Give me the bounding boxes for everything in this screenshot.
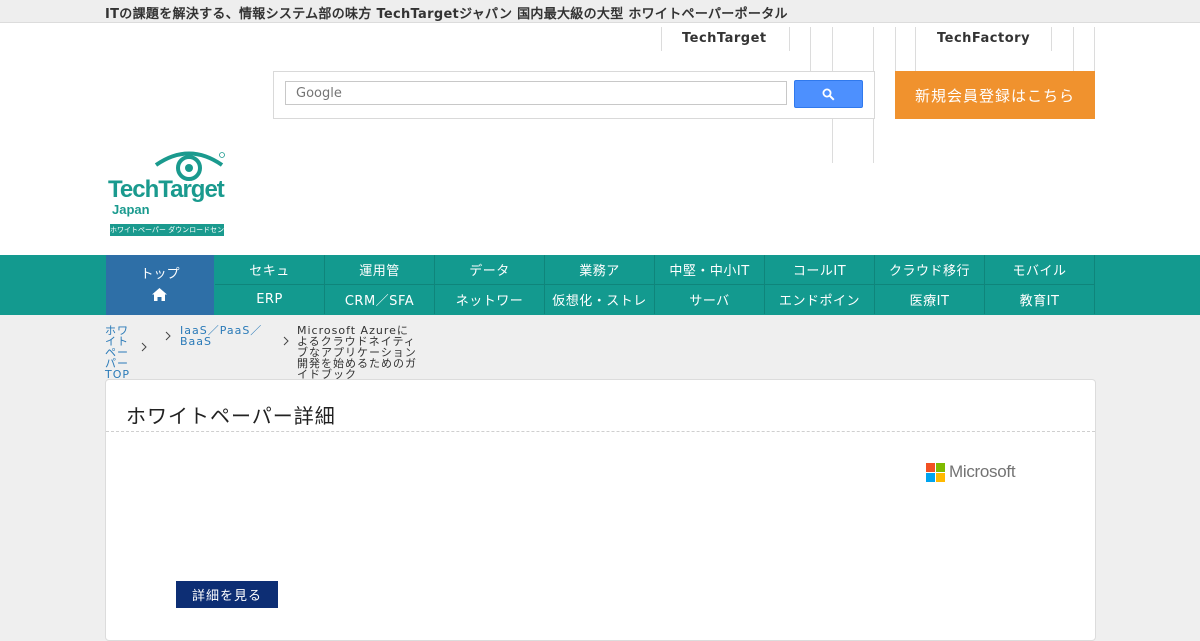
- nav-item[interactable]: セキュ: [215, 255, 325, 284]
- page-title: ホワイトペーパー詳細: [126, 404, 336, 428]
- logo-banner: ホワイトペーパー ダウンロードセンター: [110, 224, 224, 236]
- nav-item[interactable]: モバイル: [985, 255, 1095, 284]
- main-nav: トップ セキュ 運用管 データ 業務ア 中堅・中小IT コールIT クラウド移行…: [0, 255, 1200, 315]
- search-input[interactable]: [285, 81, 787, 105]
- register-button[interactable]: 新規会員登録はこちら: [895, 71, 1095, 119]
- logo-subtext: Japan: [112, 202, 150, 217]
- divider: [106, 431, 1095, 432]
- nav-item[interactable]: ERP: [215, 284, 325, 314]
- divider: [1094, 27, 1095, 71]
- divider: [661, 27, 662, 51]
- search-box: [273, 71, 875, 119]
- nav-item[interactable]: データ: [435, 255, 545, 284]
- top-bar: ITの課題を解決する、情報システム部の味方 TechTargetジャパン 国内最…: [0, 0, 1200, 23]
- nav-item[interactable]: 教育IT: [985, 284, 1095, 314]
- site-tagline: ITの課題を解決する、情報システム部の味方 TechTargetジャパン 国内最…: [105, 7, 788, 22]
- chevron-right-icon: [141, 342, 147, 352]
- home-icon: [152, 288, 167, 301]
- chevron-right-icon: [165, 331, 171, 341]
- search-button[interactable]: [794, 80, 863, 108]
- search-icon: [822, 88, 835, 101]
- logo-text: TechTarget: [108, 176, 225, 203]
- chevron-right-icon: [283, 336, 289, 346]
- nav-home-label: トップ: [140, 267, 180, 282]
- nav-item[interactable]: コールIT: [765, 255, 875, 284]
- techtarget-logo[interactable]: TechTarget Japan ホワイトペーパー ダウンロードセンター: [108, 148, 228, 240]
- nav-item[interactable]: ネットワー: [435, 284, 545, 314]
- nav-home[interactable]: トップ: [106, 255, 214, 315]
- nav-item[interactable]: CRM／SFA: [325, 284, 435, 314]
- vendor-name: Microsoft: [949, 462, 1016, 481]
- breadcrumb-link[interactable]: ホワイトペーパーTOP: [105, 324, 130, 381]
- divider: [1073, 27, 1074, 71]
- nav-item[interactable]: クラウド移行: [875, 255, 985, 284]
- nav-item[interactable]: 業務ア: [545, 255, 655, 284]
- detail-button[interactable]: 詳細を見る: [176, 581, 278, 608]
- site-header: TechTarget TechFactory 新規会員登録はこちら TechTa…: [0, 23, 1200, 255]
- divider: [789, 27, 790, 51]
- nav-item[interactable]: 仮想化・ストレ: [545, 284, 655, 314]
- divider: [915, 27, 916, 71]
- nav-item[interactable]: 運用管: [325, 255, 435, 284]
- divider: [1051, 27, 1052, 51]
- nav-item[interactable]: サーバ: [655, 284, 765, 314]
- breadcrumb-current: Microsoft Azureによるクラウドネイティブなアプリケーション開発を始…: [297, 324, 417, 381]
- vendor-logo: Microsoft: [926, 462, 1016, 482]
- divider: [810, 27, 811, 71]
- techtarget-link[interactable]: TechTarget: [682, 31, 767, 46]
- techfactory-link[interactable]: TechFactory: [937, 31, 1030, 46]
- nav-item[interactable]: エンドポイン: [765, 284, 875, 314]
- whitepaper-detail-card: ホワイトペーパー詳細 Microsoft 詳細を見る: [105, 379, 1096, 641]
- nav-item[interactable]: 医療IT: [875, 284, 985, 314]
- divider: [895, 27, 896, 71]
- nav-item[interactable]: 中堅・中小IT: [655, 255, 765, 284]
- microsoft-logo-icon: [926, 462, 945, 482]
- breadcrumb-link[interactable]: IaaS／PaaS／BaaS: [180, 324, 262, 348]
